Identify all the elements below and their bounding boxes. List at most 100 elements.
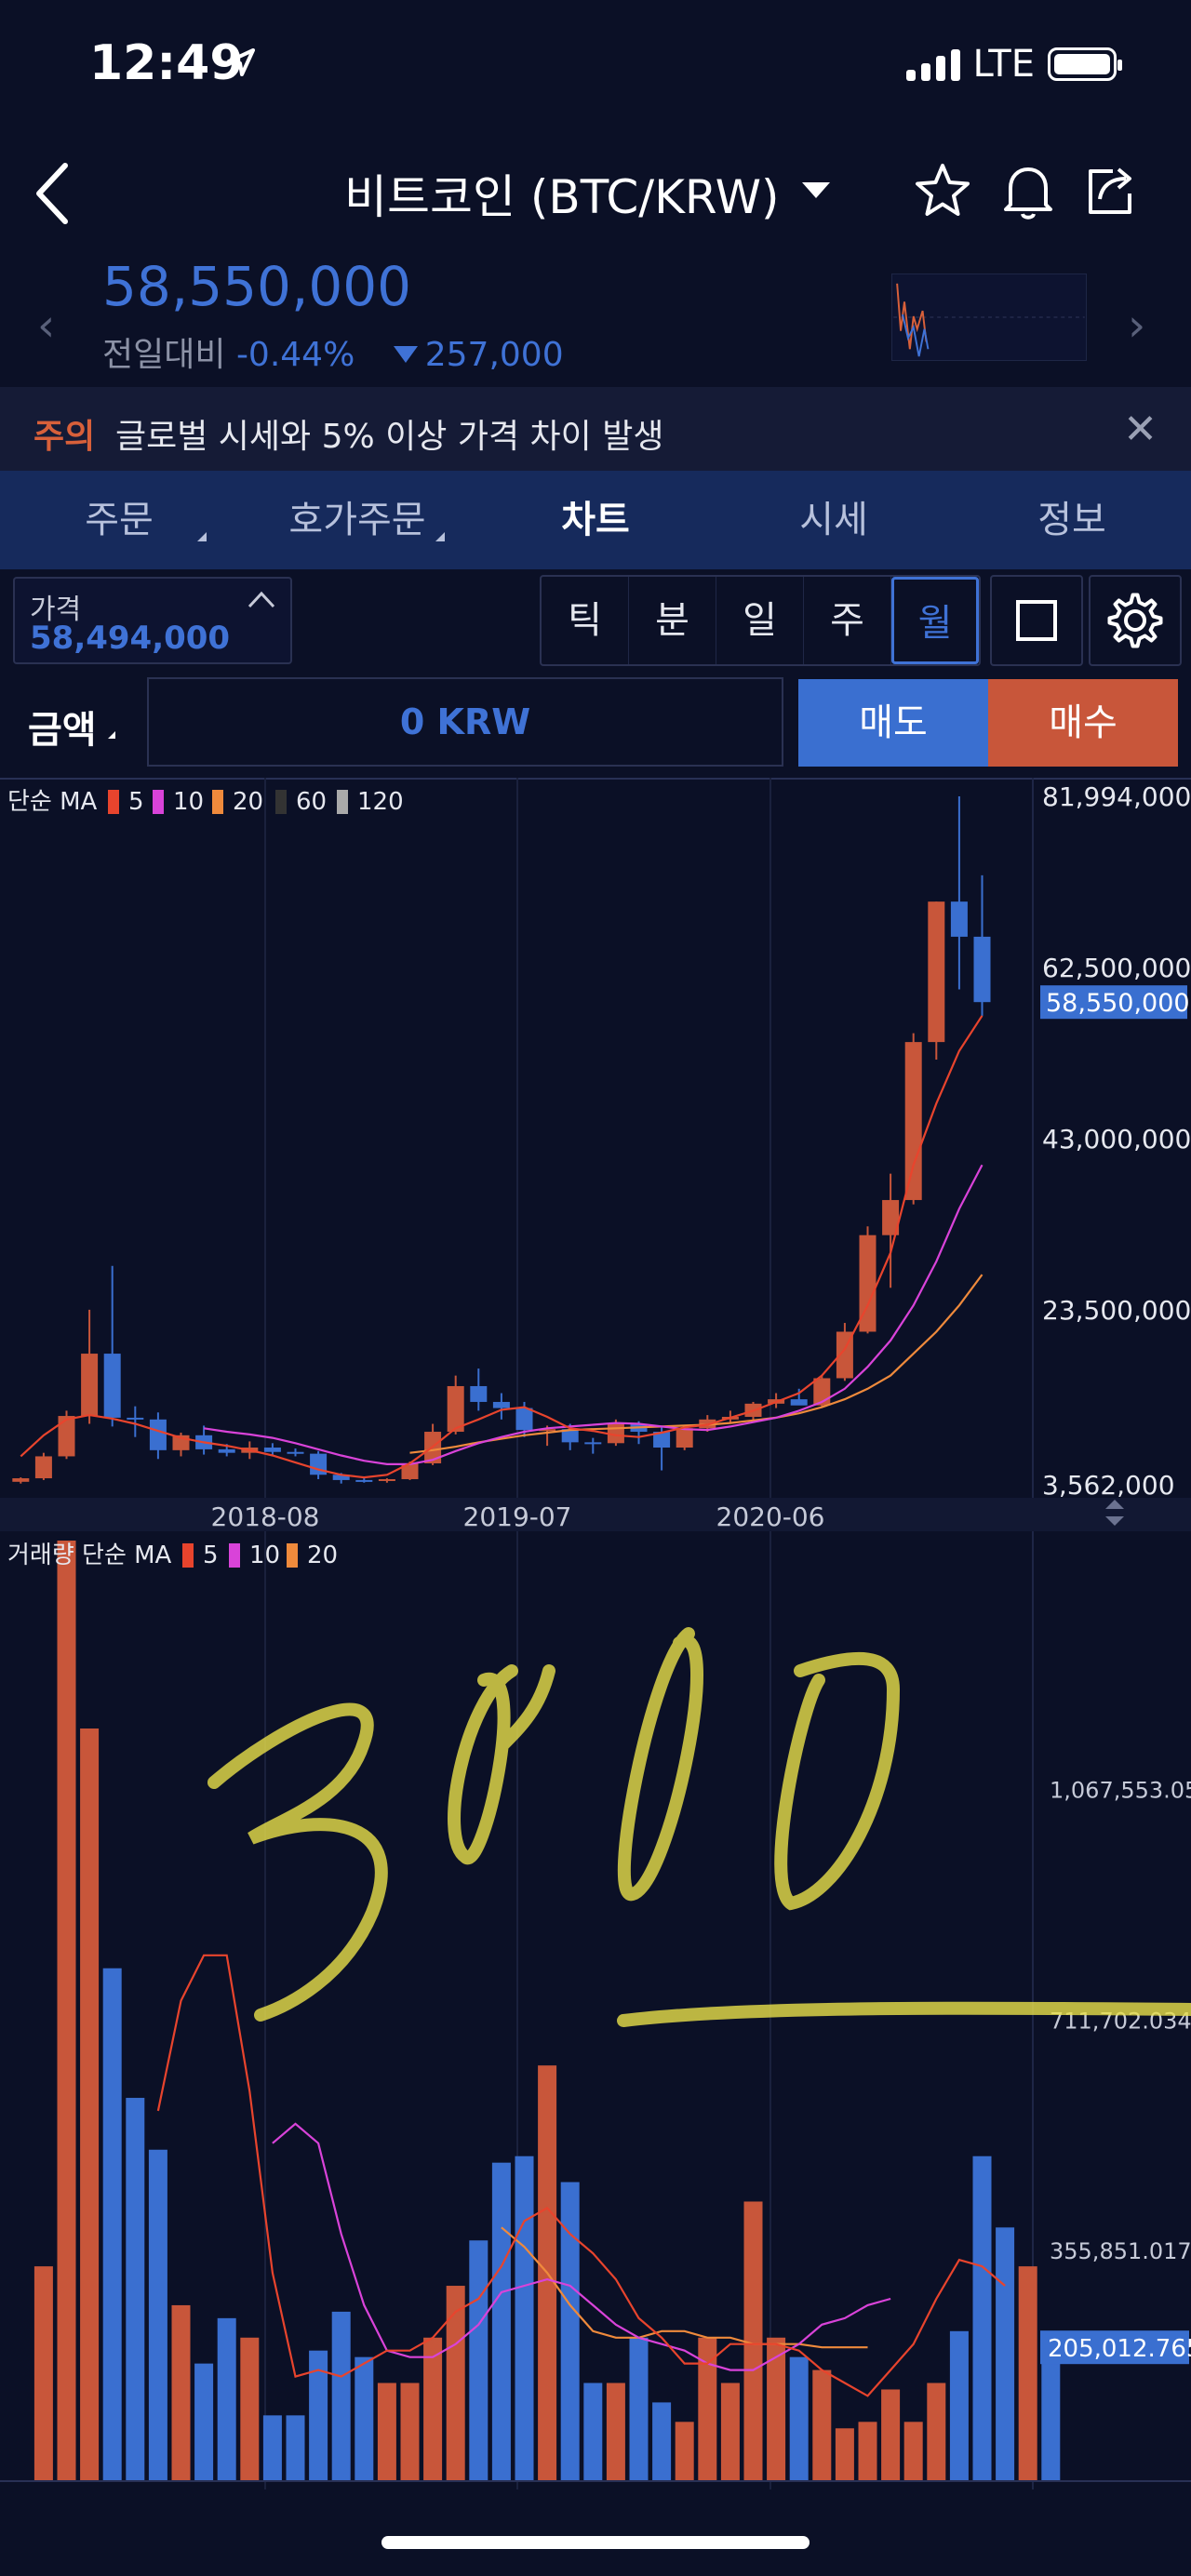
volume-bar [789, 2356, 809, 2480]
candle-body [928, 901, 945, 1043]
price-input[interactable]: 가격 58,494,000 [13, 577, 292, 664]
volume-bar [217, 2317, 236, 2480]
down-triangle-icon [393, 346, 418, 363]
price-y-tick-label: 3,562,000 [1042, 1470, 1175, 1501]
volume-bar [1018, 2266, 1037, 2480]
volume-bar [881, 2389, 901, 2480]
tab-info[interactable]: 정보 [953, 471, 1191, 569]
volume-bar [972, 2156, 992, 2480]
volume-bar [126, 2098, 145, 2480]
volume-bar [927, 2382, 946, 2480]
page-title[interactable]: 비트코인 (BTC/KRW) [344, 160, 780, 227]
battery-icon [1048, 47, 1122, 81]
price-volume-chart[interactable]: 81,994,000 62,500,000 43,000,000 23,500,000… [0, 778, 1191, 2489]
legend-swatch [287, 1543, 298, 1568]
price-panel-bg [0, 778, 1191, 1503]
legend-swatch [337, 790, 348, 814]
buy-button[interactable]: 매수 [988, 679, 1178, 767]
legend-label: 60 [296, 788, 327, 816]
period-minute[interactable]: 분 [629, 577, 716, 664]
nav-header: 비트코인 (BTC/KRW) [0, 140, 1191, 242]
title-dropdown-icon[interactable] [802, 182, 830, 198]
period-month[interactable]: 월 [891, 577, 979, 664]
chevron-up-icon[interactable] [246, 588, 277, 610]
settings-button[interactable] [1089, 575, 1182, 666]
star-icon[interactable] [912, 160, 973, 221]
candle-body [973, 936, 991, 1003]
legend-swatch [212, 790, 223, 814]
tab-order[interactable]: 주문 [0, 471, 238, 569]
tab-quote-order[interactable]: 호가주문 [238, 471, 476, 569]
period-week[interactable]: 주 [804, 577, 891, 664]
legend-label: 10 [249, 1542, 280, 1569]
volume-y-tick-label: 1,067,553.052 [1050, 1777, 1191, 1803]
period-tick[interactable]: 틱 [542, 577, 629, 664]
legend-swatch [153, 790, 164, 814]
back-arrow-icon[interactable] [26, 156, 82, 231]
square-icon [1016, 600, 1057, 641]
current-volume-label: 205,012.765 [1048, 2335, 1191, 2363]
volume-bar [286, 2415, 305, 2480]
volume-y-tick-label: 355,851.017 [1050, 2238, 1191, 2264]
change-label: 전일대비 [102, 336, 226, 374]
candle-body [81, 1354, 99, 1417]
warning-banner: 주의 글로벌 시세와 5% 이상 가격 차이 발생 ✕ [0, 387, 1191, 471]
annotation-digit-0b [617, 1627, 703, 1901]
candle-body [950, 901, 968, 937]
annotation-digit-0a [448, 1664, 555, 1865]
volume-bar [996, 2227, 1015, 2480]
volume-bar [446, 2286, 465, 2480]
volume-bar [858, 2422, 877, 2480]
volume-bar [262, 2415, 282, 2480]
volume-ma5-line [156, 1954, 1006, 2397]
volume-bar [400, 2382, 420, 2480]
sell-button[interactable]: 매도 [798, 679, 988, 767]
bell-icon[interactable] [997, 160, 1059, 221]
price-y-tick-label: 43,000,000 [1042, 1124, 1191, 1155]
legend-label: 5 [203, 1542, 219, 1569]
volume-ma10-line [272, 2122, 891, 2371]
volume-bar [194, 2363, 214, 2480]
fullscreen-button[interactable] [990, 575, 1083, 666]
volume-bar [629, 2337, 649, 2480]
prev-coin-icon[interactable]: ‹ [37, 300, 55, 352]
price-summary: ‹ 58,550,000 전일대비 -0.44% 257,000 › [0, 244, 1191, 383]
amount-label[interactable]: 금액 [28, 700, 97, 754]
amount-dropdown-icon[interactable] [108, 731, 115, 739]
legend-label: 20 [307, 1542, 338, 1569]
candle-body [676, 1428, 693, 1448]
volume-bar [1041, 2350, 1061, 2480]
candle-body [127, 1417, 144, 1420]
tab-market[interactable]: 시세 [715, 471, 953, 569]
candle-body [470, 1385, 488, 1402]
legend-label: 120 [357, 788, 404, 816]
tab-chart[interactable]: 차트 [476, 471, 715, 569]
home-indicator [381, 2536, 810, 2549]
period-day[interactable]: 일 [716, 577, 804, 664]
price-change: 전일대비 -0.44% 257,000 [102, 327, 564, 376]
amount-input[interactable]: 0 KRW [147, 677, 783, 767]
volume-bar [606, 2382, 625, 2480]
legend-label: 10 [173, 788, 204, 816]
change-percent: -0.44% [235, 336, 355, 374]
share-icon[interactable] [1079, 160, 1141, 221]
volume-bar [355, 2356, 374, 2480]
volume-bar [835, 2428, 854, 2480]
legend-swatch [275, 790, 287, 814]
mini-price-chart[interactable] [891, 274, 1087, 361]
candle-body [263, 1448, 281, 1452]
x-tick-label: 2018-08 [211, 1502, 320, 1532]
volume-bar [331, 2311, 351, 2480]
volume-bar [57, 1541, 76, 2480]
warning-label: 주의 [33, 418, 96, 456]
next-coin-icon[interactable]: › [1128, 300, 1145, 352]
candle-body [218, 1448, 235, 1453]
chart-area[interactable]: 81,994,000 62,500,000 43,000,000 23,500,000… [0, 778, 1191, 2489]
status-indicators: LTE [905, 43, 1122, 86]
location-arrow-icon [227, 48, 255, 76]
close-icon[interactable]: ✕ [1123, 406, 1158, 453]
legend-swatch [182, 1543, 194, 1568]
price-input-value: 58,494,000 [30, 620, 231, 657]
candle-body [12, 1478, 30, 1482]
status-time: 12:49 [89, 35, 244, 91]
